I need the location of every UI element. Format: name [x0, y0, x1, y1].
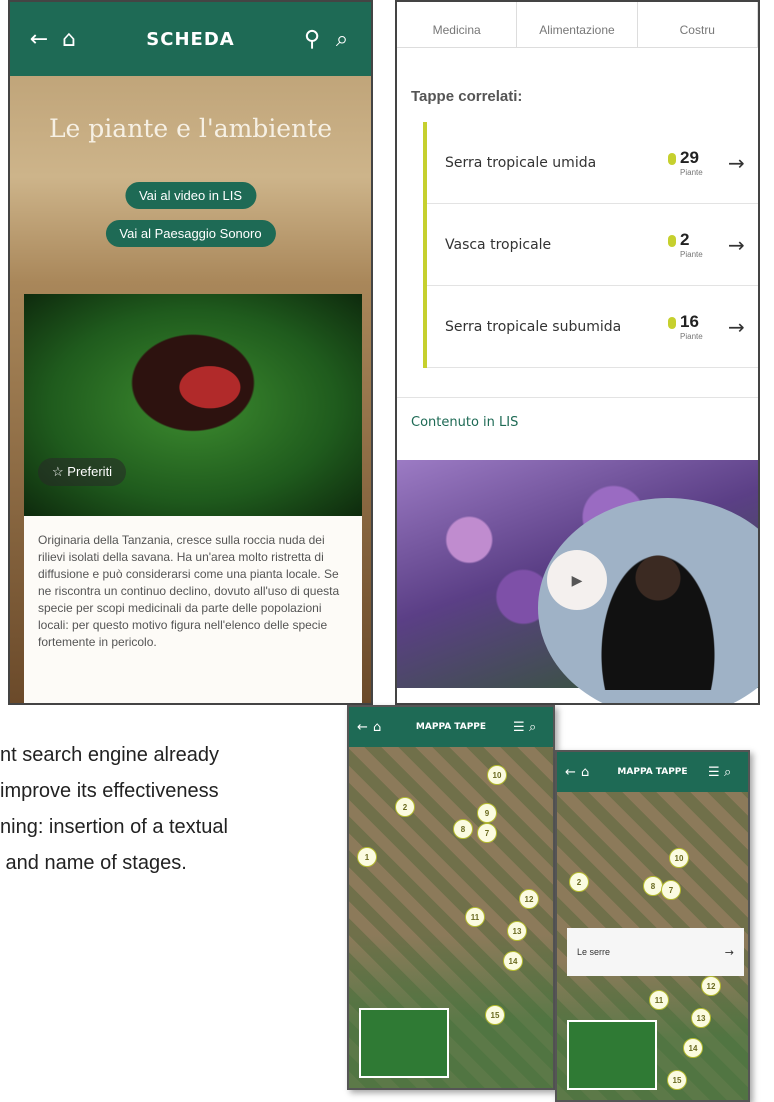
stage-label: Serra tropicale subumida: [445, 318, 622, 335]
map-marker[interactable]: 8: [453, 819, 473, 839]
stage-label: Serra tropicale umida: [445, 154, 597, 171]
home-icon[interactable]: ⌂: [54, 27, 84, 52]
arrow-left-icon[interactable]: ←: [357, 720, 373, 735]
video-lis-button[interactable]: Vai al video in LIS: [124, 182, 257, 209]
map-marker[interactable]: 9: [477, 803, 497, 823]
category-tab[interactable]: Costru: [638, 2, 758, 47]
map-marker[interactable]: 11: [465, 907, 485, 927]
tappe-screen: Medicina Alimentazione Costru Tappe corr…: [395, 0, 760, 705]
section-divider: [397, 397, 758, 398]
map-screen-1: ← ⌂ MAPPA TAPPE ☰ ⌕ 1 2 10 9 8 7 11 12 1…: [347, 705, 555, 1090]
search-icon[interactable]: ⌕: [327, 27, 357, 52]
map-marker[interactable]: 12: [519, 889, 539, 909]
map-marker[interactable]: 13: [691, 1008, 711, 1028]
category-tabs: Medicina Alimentazione Costru: [397, 2, 758, 48]
count-unit: Piante: [680, 332, 703, 341]
lis-content-title: Contenuto in LIS: [411, 415, 519, 430]
leaf-icon: [668, 235, 676, 247]
map-marker[interactable]: 2: [569, 872, 589, 892]
leaf-icon: [668, 317, 676, 329]
play-icon[interactable]: ▶: [547, 550, 607, 610]
search-icon[interactable]: ⌕: [529, 720, 545, 735]
map-marker[interactable]: 12: [701, 976, 721, 996]
map-marker[interactable]: 14: [503, 951, 523, 971]
list-icon[interactable]: ☰: [708, 765, 724, 780]
map-appbar: ← ⌂ MAPPA TAPPE ☰ ⌕: [557, 752, 748, 792]
stage-row[interactable]: Serra tropicale umida 29 Piante →: [427, 122, 758, 204]
map-title: MAPPA TAPPE: [617, 767, 688, 777]
count-unit: Piante: [680, 250, 703, 259]
count-value: 2: [680, 230, 690, 249]
arrow-right-icon[interactable]: →: [728, 315, 758, 339]
map-marker[interactable]: 10: [669, 848, 689, 868]
home-icon[interactable]: ⌂: [581, 765, 597, 780]
hero-title: Le piante e l'ambiente: [48, 114, 333, 143]
arrow-right-icon[interactable]: →: [725, 946, 734, 959]
arrow-right-icon[interactable]: →: [728, 151, 758, 175]
stage-count: 29 Piante: [668, 148, 728, 177]
search-icon[interactable]: ⌕: [724, 765, 740, 780]
list-icon[interactable]: ☰: [513, 720, 529, 735]
lis-video[interactable]: ▶: [397, 460, 758, 703]
favorites-button[interactable]: ☆ Preferiti: [38, 458, 127, 486]
map-screen-2: ← ⌂ MAPPA TAPPE ☰ ⌕ 2 10 8 7 11 12 13 14…: [555, 750, 750, 1102]
map-marker[interactable]: 7: [661, 880, 681, 900]
map-marker[interactable]: 15: [485, 1005, 505, 1025]
sign-language-interpreter: [598, 550, 718, 690]
map-marker[interactable]: 2: [395, 797, 415, 817]
body-paragraph: nt search engine already improve its eff…: [0, 744, 228, 874]
scheda-appbar: ← ⌂ SCHEDA ⚲ ⌕: [10, 2, 371, 76]
sports-field: [567, 1020, 657, 1090]
map-marker[interactable]: 13: [507, 921, 527, 941]
map-marker[interactable]: 7: [477, 823, 497, 843]
map-marker[interactable]: 15: [667, 1070, 687, 1090]
home-icon[interactable]: ⌂: [373, 720, 389, 735]
stage-row[interactable]: Vasca tropicale 2 Piante →: [427, 204, 758, 286]
map-icon[interactable]: ⚲: [297, 27, 327, 52]
count-value: 29: [680, 148, 699, 167]
map-marker[interactable]: 8: [643, 876, 663, 896]
arrow-left-icon[interactable]: ←: [565, 765, 581, 780]
stage-label: Vasca tropicale: [445, 236, 552, 253]
category-tab[interactable]: Alimentazione: [517, 2, 638, 47]
stage-count: 16 Piante: [668, 312, 728, 341]
stage-row[interactable]: Serra tropicale subumida 16 Piante →: [427, 286, 758, 368]
arrow-right-icon[interactable]: →: [728, 233, 758, 257]
related-stages-title: Tappe correlati:: [411, 88, 523, 105]
star-icon: ☆: [52, 464, 64, 479]
aerial-map[interactable]: [349, 747, 553, 1088]
sports-field: [359, 1008, 449, 1078]
count-unit: Piante: [680, 168, 703, 177]
arrow-left-icon[interactable]: ←: [24, 27, 54, 52]
plant-description: Originaria della Tanzania, cresce sulla …: [24, 516, 362, 703]
map-appbar: ← ⌂ MAPPA TAPPE ☰ ⌕: [349, 707, 553, 747]
stage-count: 2 Piante: [668, 230, 728, 259]
stage-popup[interactable]: Le serre →: [567, 928, 744, 976]
map-marker[interactable]: 10: [487, 765, 507, 785]
map-marker[interactable]: 14: [683, 1038, 703, 1058]
leaf-icon: [668, 153, 676, 165]
count-value: 16: [680, 312, 699, 331]
scheda-screen: ← ⌂ SCHEDA ⚲ ⌕ Le piante e l'ambiente Va…: [8, 0, 373, 705]
map-marker[interactable]: 11: [649, 990, 669, 1010]
popup-title: Le serre: [577, 947, 611, 957]
map-title: MAPPA TAPPE: [415, 722, 487, 732]
category-tab[interactable]: Medicina: [397, 2, 518, 47]
page-title: SCHEDA: [146, 28, 235, 50]
related-stages-list: Serra tropicale umida 29 Piante → Vasca t…: [423, 122, 758, 368]
map-marker[interactable]: 1: [357, 847, 377, 867]
favorites-label: Preferiti: [67, 464, 113, 479]
paesaggio-sonoro-button[interactable]: Vai al Paesaggio Sonoro: [105, 220, 276, 247]
